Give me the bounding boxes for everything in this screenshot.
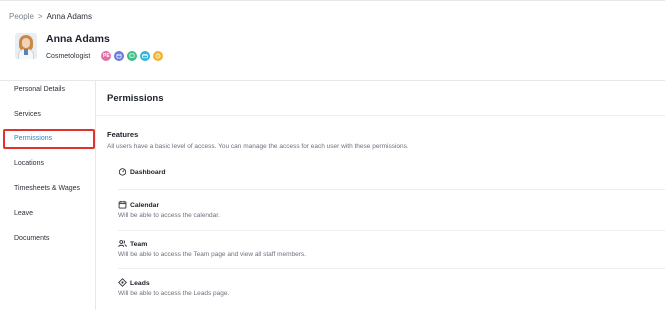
profile-badges: PE: [101, 51, 164, 61]
dashboard-icon: [118, 167, 127, 178]
top-border: [0, 0, 665, 1]
profile-header: Anna Adams Cosmetologist PE: [15, 33, 164, 61]
profile-name: Anna Adams: [46, 33, 110, 45]
initials-badge-icon: PE: [101, 51, 112, 61]
card-badge-icon: [140, 51, 151, 61]
avatar: [15, 33, 37, 59]
permission-dashboard[interactable]: Dashboard: [118, 167, 665, 177]
permission-leads[interactable]: Leads Will be able to access the Leads p…: [118, 277, 665, 297]
sidebar-item-locations[interactable]: Locations: [14, 158, 44, 170]
row-divider: [118, 268, 665, 269]
sidebar-item-personal-details[interactable]: Personal Details: [14, 84, 65, 96]
row-divider: [118, 189, 665, 190]
breadcrumb-people-link[interactable]: People: [9, 12, 34, 21]
leads-icon: [118, 277, 127, 289]
team-icon: [118, 239, 127, 250]
row-divider: [118, 230, 665, 231]
sidebar-item-timesheets-wages[interactable]: Timesheets & Wages: [14, 183, 80, 195]
breadcrumb-separator: >: [37, 12, 43, 21]
breadcrumb-current: Anna Adams: [46, 12, 92, 21]
chat-badge-icon: [127, 51, 138, 61]
title-divider: [96, 115, 665, 116]
permission-calendar[interactable]: Calendar Will be able to access the cale…: [118, 200, 665, 219]
sidebar-item-documents[interactable]: Documents: [14, 233, 49, 245]
permission-description: Will be able to access the Team page and…: [118, 251, 306, 258]
page-title: Permissions: [107, 93, 164, 104]
permission-title: Dashboard: [130, 168, 166, 176]
features-description: All users have a basic level of access. …: [107, 143, 409, 150]
permissions-panel: Permissions Features All users have a ba…: [96, 81, 665, 310]
sidebar-item-leave[interactable]: Leave: [14, 208, 33, 220]
clock-badge-icon: [153, 51, 164, 61]
selection-highlight: [3, 129, 95, 149]
calendar-icon: [118, 200, 127, 211]
permission-description: Will be able to access the calendar.: [118, 212, 220, 219]
features-title: Features: [107, 130, 139, 139]
permission-team[interactable]: Team Will be able to access the Team pag…: [118, 239, 665, 258]
breadcrumb: People > Anna Adams: [9, 12, 92, 21]
calendar-badge-icon: [114, 51, 125, 61]
profile-role: Cosmetologist: [46, 52, 91, 60]
permission-title: Calendar: [130, 201, 160, 209]
sidebar-item-services[interactable]: Services: [14, 109, 41, 121]
permission-title: Team: [130, 240, 148, 248]
permission-description: Will be able to access the Leads page.: [118, 290, 230, 297]
permission-title: Leads: [130, 279, 150, 287]
